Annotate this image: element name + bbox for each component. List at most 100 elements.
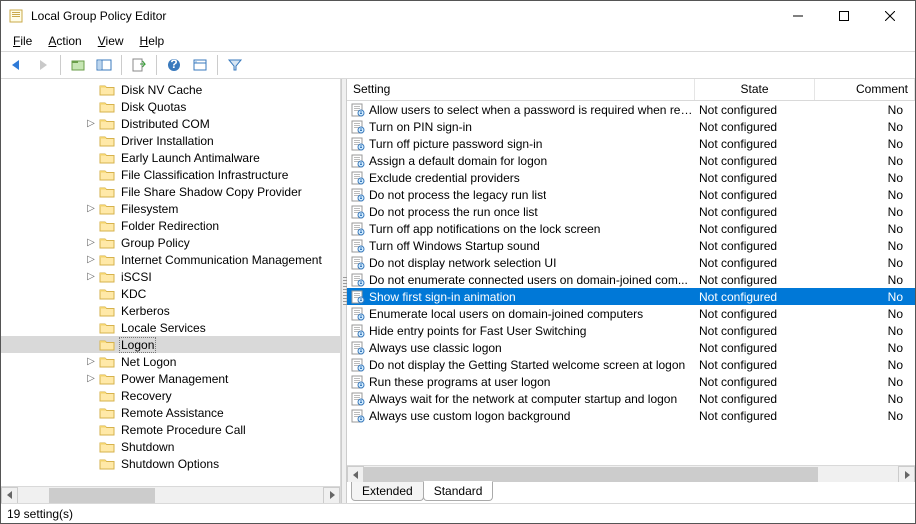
policy-comment: No (815, 256, 915, 270)
tree-item[interactable]: File Classification Infrastructure (1, 166, 340, 183)
tree-hscrollbar[interactable] (1, 486, 340, 503)
toolbar: ? (1, 51, 915, 79)
tree-item[interactable]: ▷Power Management (1, 370, 340, 387)
tree-item-label: File Classification Infrastructure (119, 168, 290, 182)
tree-item[interactable]: Locale Services (1, 319, 340, 336)
close-button[interactable] (867, 1, 913, 31)
policy-row[interactable]: Turn off Windows Startup sound Not config… (347, 237, 915, 254)
policy-name: Hide entry points for Fast User Switchin… (369, 324, 586, 338)
tree-item[interactable]: Remote Assistance (1, 404, 340, 421)
app-icon (9, 8, 25, 24)
tree-item[interactable]: Remote Procedure Call (1, 421, 340, 438)
column-state[interactable]: State (695, 79, 815, 100)
policy-row[interactable]: Enumerate local users on domain-joined c… (347, 305, 915, 322)
tree-hscroll-thumb[interactable] (49, 488, 156, 503)
tree-item[interactable]: Kerberos (1, 302, 340, 319)
policy-row[interactable]: Assign a default domain for logonNot con… (347, 152, 915, 169)
export-list-button[interactable] (127, 54, 151, 76)
policy-row[interactable]: Hide entry points for Fast User Switchin… (347, 322, 915, 339)
policy-row[interactable]: Do not process the run once listNot conf… (347, 203, 915, 220)
tree-item[interactable]: Driver Installation (1, 132, 340, 149)
policy-row[interactable]: Turn on PIN sign-inNot configuredNo (347, 118, 915, 135)
menu-file[interactable]: File (7, 32, 38, 50)
folder-icon (99, 270, 115, 284)
tree-item[interactable]: ▷Distributed COM (1, 115, 340, 132)
policy-row[interactable]: Do not process the legacy run listNot co… (347, 186, 915, 203)
policy-row[interactable]: Show first sign-in animationNot configur… (347, 288, 915, 305)
tree-item[interactable]: Folder Redirection (1, 217, 340, 234)
policy-row[interactable]: Turn off picture password sign-inNot con… (347, 135, 915, 152)
policy-row[interactable]: Turn off app notifications on the lock s… (347, 220, 915, 237)
forward-button[interactable] (31, 54, 55, 76)
policy-name: Show first sign-in animation (369, 290, 516, 304)
tree-expander[interactable]: ▷ (85, 237, 97, 248)
column-setting[interactable]: Setting (347, 79, 695, 100)
properties-button[interactable] (188, 54, 212, 76)
tree-item[interactable]: File Share Shadow Copy Provider (1, 183, 340, 200)
tree-item[interactable]: ▷Filesystem (1, 200, 340, 217)
tree-item[interactable]: Disk Quotas (1, 98, 340, 115)
policy-list[interactable]: Allow users to select when a password is… (347, 101, 915, 465)
tree-item[interactable]: Shutdown Options (1, 455, 340, 472)
help-button[interactable]: ? (162, 54, 186, 76)
policy-name: Turn off Windows Startup sound (369, 239, 540, 253)
tree-item[interactable]: ▷Net Logon (1, 353, 340, 370)
tree-expander[interactable]: ▷ (85, 203, 97, 214)
menu-action[interactable]: Action (42, 32, 87, 50)
folder-icon (99, 321, 115, 335)
tree-item[interactable]: Shutdown (1, 438, 340, 455)
tree-item-label: Recovery (119, 389, 174, 403)
tree-item[interactable]: ▷iSCSI (1, 268, 340, 285)
minimize-button[interactable] (775, 1, 821, 31)
tab-extended[interactable]: Extended (351, 482, 424, 501)
policy-state: Not configured (695, 239, 815, 253)
tree-item[interactable]: KDC (1, 285, 340, 302)
policy-icon (351, 375, 365, 389)
policy-name: Always use classic logon (369, 341, 502, 355)
tree-item[interactable]: Disk NV Cache (1, 81, 340, 98)
policy-row[interactable]: Do not display the Getting Started welco… (347, 356, 915, 373)
tree-view[interactable]: Disk NV CacheDisk Quotas▷Distributed COM… (1, 79, 340, 486)
tree-expander[interactable]: ▷ (85, 373, 97, 384)
back-button[interactable] (5, 54, 29, 76)
policy-icon (351, 205, 365, 219)
policy-row[interactable]: Allow users to select when a password is… (347, 101, 915, 118)
list-hscroll-thumb[interactable] (364, 467, 818, 482)
policy-row[interactable]: Always use classic logonNot configuredNo (347, 339, 915, 356)
policy-comment: No (815, 324, 915, 338)
folder-icon (99, 151, 115, 165)
policy-row[interactable]: Always use custom logon backgroundNot co… (347, 407, 915, 424)
menu-view[interactable]: View (92, 32, 130, 50)
scroll-left-button[interactable] (1, 487, 18, 504)
tree-item[interactable]: Logon (1, 336, 340, 353)
tree-item[interactable]: ▷Internet Communication Management (1, 251, 340, 268)
tree-expander[interactable]: ▷ (85, 254, 97, 265)
policy-row[interactable]: Exclude credential providersNot configur… (347, 169, 915, 186)
menu-help[interactable]: Help (134, 32, 171, 50)
up-button[interactable] (66, 54, 90, 76)
maximize-button[interactable] (821, 1, 867, 31)
tree-expander[interactable]: ▷ (85, 356, 97, 367)
scroll-right-button[interactable] (323, 487, 340, 504)
policy-row[interactable]: Do not enumerate connected users on doma… (347, 271, 915, 288)
policy-comment: No (815, 409, 915, 423)
list-scroll-left-button[interactable] (347, 466, 364, 483)
tree-item[interactable]: ▷Group Policy (1, 234, 340, 251)
list-scroll-right-button[interactable] (898, 466, 915, 483)
policy-state: Not configured (695, 324, 815, 338)
filter-button[interactable] (223, 54, 247, 76)
tree-expander[interactable]: ▷ (85, 118, 97, 129)
policy-row[interactable]: Run these programs at user logonNot conf… (347, 373, 915, 390)
tree-item[interactable]: Early Launch Antimalware (1, 149, 340, 166)
column-comment[interactable]: Comment (815, 79, 915, 100)
tab-standard[interactable]: Standard (423, 481, 494, 501)
policy-row[interactable]: Do not display network selection UINot c… (347, 254, 915, 271)
list-hscrollbar[interactable] (347, 465, 915, 482)
pane-splitter[interactable] (341, 79, 347, 503)
policy-row[interactable]: Always wait for the network at computer … (347, 390, 915, 407)
policy-comment: No (815, 205, 915, 219)
show-hide-tree-button[interactable] (92, 54, 116, 76)
tree-item[interactable]: Recovery (1, 387, 340, 404)
tree-item-label: Folder Redirection (119, 219, 221, 233)
tree-expander[interactable]: ▷ (85, 271, 97, 282)
